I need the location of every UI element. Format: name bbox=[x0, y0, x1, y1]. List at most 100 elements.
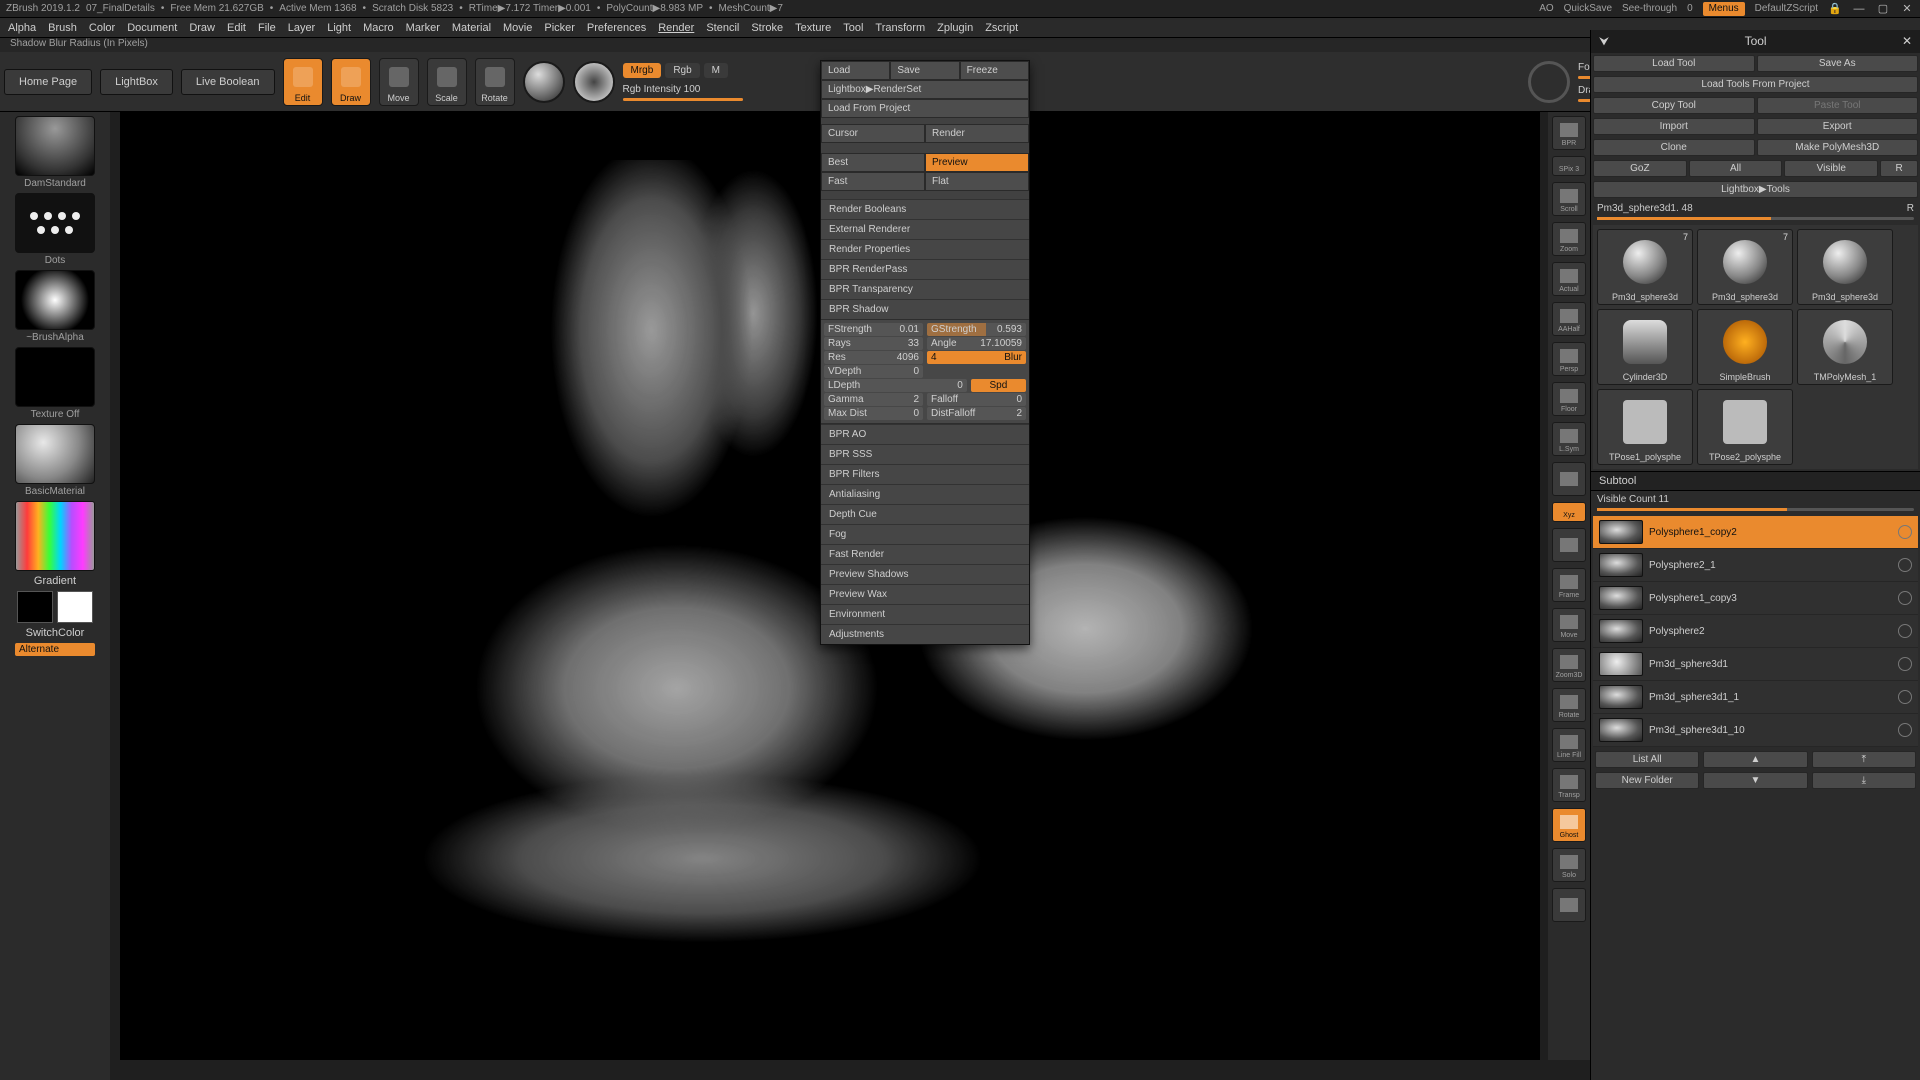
rays-slider[interactable]: Rays33 bbox=[824, 337, 923, 350]
new-folder-button[interactable]: New Folder bbox=[1595, 772, 1699, 789]
m-toggle[interactable]: M bbox=[704, 63, 728, 78]
goz-visible-button[interactable]: Visible bbox=[1784, 160, 1878, 177]
menu-file[interactable]: File bbox=[258, 22, 276, 34]
menu-macro[interactable]: Macro bbox=[363, 22, 394, 34]
section-bpr-renderpass[interactable]: BPR RenderPass bbox=[821, 259, 1029, 279]
tool-item[interactable]: SimpleBrush bbox=[1697, 309, 1793, 385]
menus-toggle[interactable]: Menus bbox=[1703, 2, 1745, 16]
default-zscript[interactable]: DefaultZScript bbox=[1755, 3, 1818, 14]
persp-button[interactable]: Persp bbox=[1552, 342, 1586, 376]
section-bpr-ao[interactable]: BPR AO bbox=[821, 424, 1029, 444]
draw-mode-button[interactable]: Draw bbox=[331, 58, 371, 106]
ghost-button[interactable]: Ghost bbox=[1552, 808, 1586, 842]
active-matcap-icon[interactable] bbox=[523, 61, 565, 103]
render-freeze-button[interactable]: Freeze bbox=[960, 61, 1029, 80]
subtool-row[interactable]: Polysphere1_copy2 bbox=[1593, 516, 1918, 549]
move-down-button[interactable]: ▼ bbox=[1703, 772, 1807, 789]
goz-all-button[interactable]: All bbox=[1689, 160, 1783, 177]
menu-texture[interactable]: Texture bbox=[795, 22, 831, 34]
render-loadproj-button[interactable]: Load From Project bbox=[821, 99, 1029, 118]
copy-tool-button[interactable]: Copy Tool bbox=[1593, 97, 1755, 114]
subtool-row[interactable]: Polysphere2_1 bbox=[1593, 549, 1918, 582]
maximize-icon[interactable]: ▢ bbox=[1876, 2, 1890, 16]
zoom3d-button[interactable]: Zoom3D bbox=[1552, 648, 1586, 682]
clone-button[interactable]: Clone bbox=[1593, 139, 1755, 156]
section-depth-cue[interactable]: Depth Cue bbox=[821, 504, 1029, 524]
subtool-header[interactable]: Subtool bbox=[1591, 471, 1920, 491]
menu-material[interactable]: Material bbox=[452, 22, 491, 34]
load-tool-button[interactable]: Load Tool bbox=[1593, 55, 1755, 72]
transpose-button[interactable] bbox=[1552, 528, 1586, 562]
section-bpr-sss[interactable]: BPR SSS bbox=[821, 444, 1029, 464]
menu-color[interactable]: Color bbox=[89, 22, 115, 34]
lightbox-button[interactable]: LightBox bbox=[100, 69, 173, 95]
eye-icon[interactable] bbox=[1898, 690, 1912, 704]
color-picker[interactable] bbox=[15, 501, 95, 571]
visible-count-slider[interactable]: Visible Count 11 bbox=[1591, 491, 1920, 514]
section-environment[interactable]: Environment bbox=[821, 604, 1029, 624]
render-save-button[interactable]: Save bbox=[890, 61, 959, 80]
home-page-button[interactable]: Home Page bbox=[4, 69, 92, 95]
extra-button[interactable] bbox=[1552, 888, 1586, 922]
tool-item[interactable]: 7Pm3d_sphere3d bbox=[1597, 229, 1693, 305]
tool-item[interactable]: TMPolyMesh_1 bbox=[1797, 309, 1893, 385]
rotate3d-button[interactable]: Rotate bbox=[1552, 688, 1586, 722]
preview-button[interactable]: Preview bbox=[925, 153, 1029, 172]
actual-button[interactable]: Actual bbox=[1552, 262, 1586, 296]
section-preview-wax[interactable]: Preview Wax bbox=[821, 584, 1029, 604]
falloff-slider[interactable]: Falloff0 bbox=[927, 393, 1026, 406]
menu-edit[interactable]: Edit bbox=[227, 22, 246, 34]
blur-slider[interactable]: 4Blur bbox=[927, 351, 1026, 364]
mask-matcap-icon[interactable] bbox=[573, 61, 615, 103]
rgb-intensity-slider[interactable]: Rgb Intensity 100 bbox=[623, 84, 743, 101]
best-button[interactable]: Best bbox=[821, 153, 925, 172]
eye-icon[interactable] bbox=[1898, 558, 1912, 572]
eye-icon[interactable] bbox=[1898, 624, 1912, 638]
material-swatch[interactable]: BasicMaterial bbox=[13, 424, 97, 497]
menu-render[interactable]: Render bbox=[658, 22, 694, 34]
transp-button[interactable]: Transp bbox=[1552, 768, 1586, 802]
flat-button[interactable]: Flat bbox=[925, 172, 1029, 191]
menu-alpha[interactable]: Alpha bbox=[8, 22, 36, 34]
subtool-row[interactable]: Pm3d_sphere3d1_1 bbox=[1593, 681, 1918, 714]
move-top-button[interactable]: ⤒ bbox=[1812, 751, 1916, 768]
menu-document[interactable]: Document bbox=[127, 22, 177, 34]
res-slider[interactable]: Res4096 bbox=[824, 351, 923, 364]
subtool-row[interactable]: Pm3d_sphere3d1_10 bbox=[1593, 714, 1918, 747]
tool-item[interactable]: TPose1_polysphe bbox=[1597, 389, 1693, 465]
section-render-booleans[interactable]: Render Booleans bbox=[821, 199, 1029, 219]
lightbox-tools-button[interactable]: Lightbox▶Tools bbox=[1593, 181, 1918, 198]
section-render-properties[interactable]: Render Properties bbox=[821, 239, 1029, 259]
aahalf-button[interactable]: AAHalf bbox=[1552, 302, 1586, 336]
tool-header[interactable]: ⮟ Tool ✕ bbox=[1591, 30, 1920, 53]
tool-item[interactable]: Cylinder3D bbox=[1597, 309, 1693, 385]
tool-item[interactable]: 7Pm3d_sphere3d bbox=[1697, 229, 1793, 305]
subtool-row[interactable]: Polysphere1_copy3 bbox=[1593, 582, 1918, 615]
fast-button[interactable]: Fast bbox=[821, 172, 925, 191]
cursor-tab[interactable]: Cursor bbox=[821, 124, 925, 143]
tool-item[interactable]: Pm3d_sphere3d bbox=[1797, 229, 1893, 305]
list-all-button[interactable]: List All bbox=[1595, 751, 1699, 768]
bw-swatches[interactable] bbox=[17, 591, 93, 623]
seethrough-value[interactable]: 0 bbox=[1687, 3, 1693, 14]
menu-zscript[interactable]: Zscript bbox=[985, 22, 1018, 34]
menu-tool[interactable]: Tool bbox=[843, 22, 863, 34]
angle-slider[interactable]: Angle17.10059 bbox=[927, 337, 1026, 350]
menu-zplugin[interactable]: Zplugin bbox=[937, 22, 973, 34]
scroll-button[interactable]: Scroll bbox=[1552, 182, 1586, 216]
eye-icon[interactable] bbox=[1898, 591, 1912, 605]
scale-mode-button[interactable]: Scale bbox=[427, 58, 467, 106]
goz-r-button[interactable]: R bbox=[1880, 160, 1918, 177]
gradient-label[interactable]: Gradient bbox=[34, 575, 76, 587]
section-preview-shadows[interactable]: Preview Shadows bbox=[821, 564, 1029, 584]
vdepth-slider[interactable]: VDepth0 bbox=[824, 365, 923, 378]
alpha-swatch[interactable]: ~BrushAlpha bbox=[13, 270, 97, 343]
minimize-icon[interactable]: — bbox=[1852, 2, 1866, 16]
fstrength-slider[interactable]: FStrength0.01 bbox=[824, 323, 923, 336]
stroke-swatch[interactable]: Dots bbox=[13, 193, 97, 266]
focal-dial-icon[interactable] bbox=[1528, 61, 1570, 103]
subtool-row[interactable]: Polysphere2 bbox=[1593, 615, 1918, 648]
make-polymesh3d-button[interactable]: Make PolyMesh3D bbox=[1757, 139, 1919, 156]
load-tools-project-button[interactable]: Load Tools From Project bbox=[1593, 76, 1918, 93]
gstrength-slider[interactable]: GStrength0.593 bbox=[927, 323, 1026, 336]
